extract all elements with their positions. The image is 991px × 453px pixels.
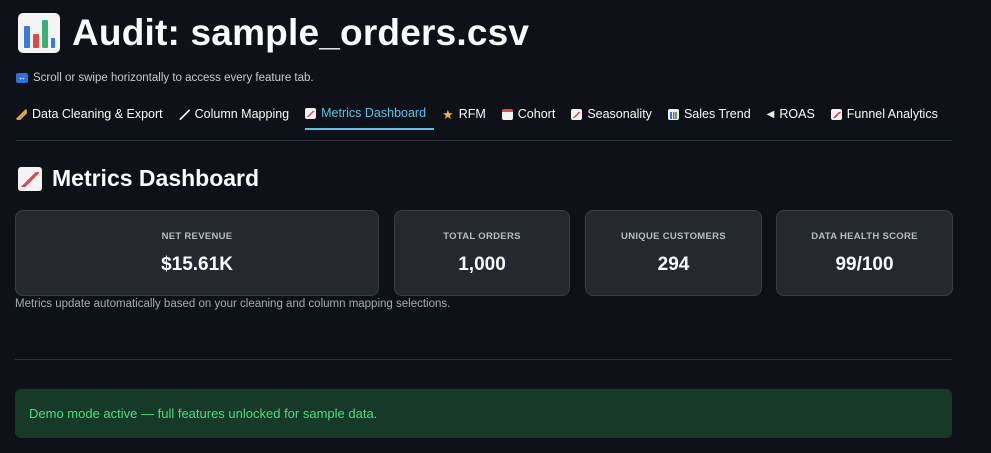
metric-label: DATA HEALTH SCORE xyxy=(811,230,918,242)
section-divider xyxy=(15,359,952,360)
tab-roas[interactable]: ◀ ROAS xyxy=(767,98,823,130)
tab-label: Seasonality xyxy=(587,107,652,121)
bar-chart-icon xyxy=(18,13,60,53)
calendar-icon xyxy=(501,108,513,120)
megaphone-icon: ◀ xyxy=(766,108,775,120)
metric-card-net-revenue: NET REVENUE $15.61K xyxy=(15,210,379,296)
chart-increasing-icon xyxy=(830,108,842,120)
metric-label: UNIQUE CUSTOMERS xyxy=(621,230,726,242)
tab-label: Cohort xyxy=(517,107,556,121)
tab-label: Data Cleaning & Export xyxy=(32,107,163,121)
metric-value: 294 xyxy=(657,253,690,275)
page-title: Audit: sample_orders.csv xyxy=(72,12,530,53)
section-title: Metrics Dashboard xyxy=(52,165,260,191)
tab-funnel-analytics[interactable]: Funnel Analytics xyxy=(830,98,946,130)
star-icon: ★ xyxy=(442,106,454,122)
metric-card-data-health-score: DATA HEALTH SCORE 99/100 xyxy=(776,210,953,296)
tab-label: ROAS xyxy=(779,107,815,121)
alert-text: Demo mode active — full features unlocke… xyxy=(29,406,378,421)
tab-data-cleaning-export[interactable]: Data Cleaning & Export xyxy=(16,98,171,130)
tab-label: Metrics Dashboard xyxy=(321,106,427,120)
app-root: Audit: sample_orders.csv ↔ Scroll or swi… xyxy=(0,0,991,453)
tab-label: Sales Trend xyxy=(683,107,751,121)
metric-value: 1,000 xyxy=(458,253,506,275)
metric-value: $15.61K xyxy=(161,253,233,275)
demo-mode-alert: Demo mode active — full features unlocke… xyxy=(15,389,952,438)
metrics-caption: Metrics update automatically based on yo… xyxy=(15,298,451,310)
chart-increasing-icon xyxy=(571,108,583,120)
tab-label: RFM xyxy=(458,107,486,121)
chart-increasing-icon xyxy=(305,107,317,119)
metric-label: TOTAL ORDERS xyxy=(443,230,521,242)
page-header: Audit: sample_orders.csv xyxy=(18,10,529,56)
metric-card-total-orders: TOTAL ORDERS 1,000 xyxy=(394,210,570,296)
tab-rfm[interactable]: ★ RFM xyxy=(442,98,494,130)
tab-label: Funnel Analytics xyxy=(846,107,938,121)
magic-wand-icon xyxy=(178,108,190,120)
tabs-divider xyxy=(16,140,952,141)
scroll-hint: ↔ Scroll or swipe horizontally to access… xyxy=(16,72,314,84)
tab-label: Column Mapping xyxy=(194,107,290,121)
section-header: Metrics Dashboard xyxy=(18,165,259,192)
left-right-arrow-icon: ↔ xyxy=(16,73,28,83)
tab-column-mapping[interactable]: Column Mapping xyxy=(178,98,298,130)
scroll-hint-text: Scroll or swipe horizontally to access e… xyxy=(33,72,314,84)
feature-tabs: Data Cleaning & Export Column Mapping Me… xyxy=(16,98,950,132)
tab-sales-trend[interactable]: Sales Trend xyxy=(667,98,759,130)
bar-chart-icon xyxy=(667,108,679,120)
tab-cohort[interactable]: Cohort xyxy=(501,98,564,130)
chart-increasing-icon xyxy=(18,166,42,191)
metric-value: 99/100 xyxy=(835,253,894,275)
broom-icon xyxy=(16,108,27,120)
metric-card-unique-customers: UNIQUE CUSTOMERS 294 xyxy=(585,210,762,296)
tab-metrics-dashboard[interactable]: Metrics Dashboard xyxy=(305,98,435,130)
tab-seasonality[interactable]: Seasonality xyxy=(571,98,660,130)
metric-label: NET REVENUE xyxy=(161,230,233,242)
